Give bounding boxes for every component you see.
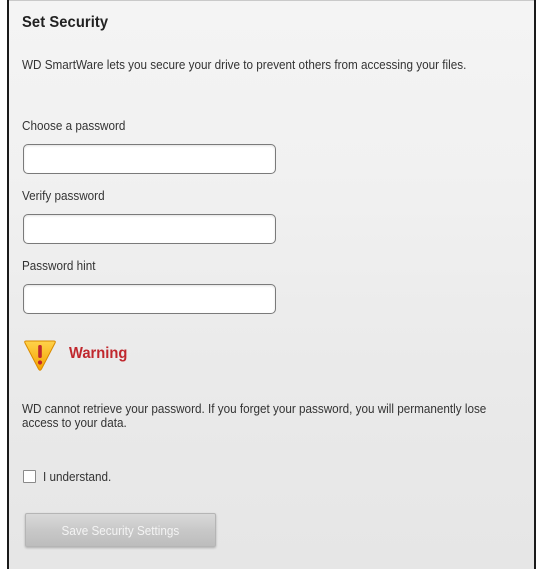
understand-row[interactable]: I understand. xyxy=(23,469,119,484)
understand-checkbox[interactable] xyxy=(23,470,36,483)
save-security-settings-button[interactable]: Save Security Settings xyxy=(25,513,216,547)
top-divider xyxy=(9,0,534,1)
verify-password-label: Verify password xyxy=(22,188,105,203)
understand-label[interactable]: I understand. xyxy=(43,469,111,484)
warning-triangle-icon xyxy=(24,340,56,371)
password-label: Choose a password xyxy=(22,118,126,133)
password-hint-field[interactable] xyxy=(23,284,276,314)
password-field[interactable] xyxy=(23,144,276,174)
verify-password-field[interactable] xyxy=(23,214,276,244)
panel-title: Set Security xyxy=(22,14,109,31)
password-hint-label: Password hint xyxy=(22,258,96,273)
warning-title: Warning xyxy=(69,345,128,362)
intro-text: WD SmartWare lets you secure your drive … xyxy=(22,57,467,72)
warning-message: WD cannot retrieve your password. If you… xyxy=(22,401,487,430)
save-button-label: Save Security Settings xyxy=(61,522,180,538)
set-security-panel: Set Security WD SmartWare lets you secur… xyxy=(7,0,536,569)
